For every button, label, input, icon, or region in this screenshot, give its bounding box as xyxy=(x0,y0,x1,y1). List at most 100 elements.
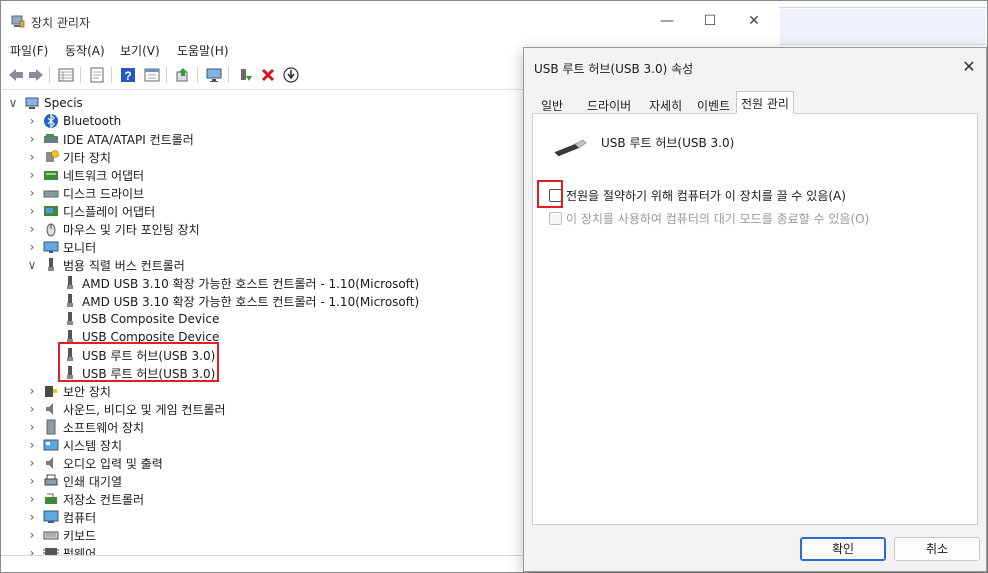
chevron-down-icon[interactable]: ∨ xyxy=(8,96,18,110)
tree-row[interactable]: ∨ 범용 직렬 버스 컨트롤러 xyxy=(27,256,185,274)
chevron-right-icon[interactable]: › xyxy=(27,186,37,200)
chevron-right-icon[interactable]: › xyxy=(27,456,37,470)
dialog-close-icon[interactable]: ✕ xyxy=(958,56,980,78)
chevron-right-icon[interactable]: › xyxy=(27,474,37,488)
view-grid-icon[interactable] xyxy=(143,66,161,84)
chevron-down-icon[interactable]: ∨ xyxy=(27,258,37,272)
properties-grid-icon[interactable] xyxy=(57,66,75,84)
chevron-right-icon[interactable]: › xyxy=(27,204,37,218)
tree-row[interactable]: › 보안 장치 xyxy=(27,382,111,400)
tree-row[interactable]: › Bluetooth xyxy=(27,112,121,130)
help-icon[interactable]: ? xyxy=(119,66,137,84)
chevron-right-icon[interactable]: › xyxy=(27,546,37,555)
printer-icon xyxy=(43,473,59,489)
ide-controller-icon xyxy=(43,131,59,147)
tree-item-label: 디스플레이 어댑터 xyxy=(63,204,156,219)
minimize-icon[interactable]: — xyxy=(655,11,679,31)
tab-details[interactable]: 자세히 xyxy=(644,93,687,113)
tree-row[interactable]: › 키보드 xyxy=(27,526,97,544)
tree-row[interactable]: › 디스크 드라이브 xyxy=(27,184,145,202)
chevron-right-icon[interactable]: › xyxy=(27,420,37,434)
tree-row[interactable]: › 사운드, 비디오 및 게임 컨트롤러 xyxy=(27,400,226,418)
chevron-right-icon[interactable]: › xyxy=(27,222,37,236)
document-icon[interactable] xyxy=(88,66,106,84)
tab-power-management[interactable]: 전원 관리 xyxy=(736,91,794,114)
toolbar-separator xyxy=(80,67,81,83)
tree-row[interactable]: › 저장소 컨트롤러 xyxy=(27,490,145,508)
tree-row[interactable]: USB Composite Device xyxy=(46,310,219,328)
tab-general[interactable]: 일반 xyxy=(536,93,568,113)
ok-button[interactable]: 확인 xyxy=(800,537,886,561)
tree-row[interactable]: AMD USB 3.10 확장 가능한 호스트 컨트롤러 - 1.10(Micr… xyxy=(46,292,419,310)
allow-turn-off-option[interactable]: 전원을 절약하기 위해 컴퓨터가 이 장치를 끌 수 있음(A) xyxy=(549,187,846,204)
menu-view[interactable]: 보기(V) xyxy=(120,42,160,59)
tree-item-label: 마우스 및 기타 포인팅 장치 xyxy=(63,222,200,237)
chevron-right-icon[interactable]: › xyxy=(27,150,37,164)
software-device-icon xyxy=(43,419,59,435)
chevron-right-icon[interactable]: › xyxy=(27,168,37,182)
chevron-right-icon[interactable]: › xyxy=(27,510,37,524)
tree-row[interactable]: › 네트워크 어댑터 xyxy=(27,166,145,184)
tree-item-label: USB Composite Device xyxy=(82,312,220,326)
system-device-icon xyxy=(43,437,59,453)
back-arrow-icon[interactable] xyxy=(7,66,25,84)
tree-item-label: 저장소 컨트롤러 xyxy=(63,492,145,507)
title-bar[interactable]: 장치 관리자 — ☐ ✕ xyxy=(1,1,779,37)
tree-row[interactable]: AMD USB 3.10 확장 가능한 호스트 컨트롤러 - 1.10(Micr… xyxy=(46,274,419,292)
highlight-box-root-hubs xyxy=(58,342,219,382)
usb-category-icon xyxy=(43,257,59,273)
dialog-title: USB 루트 허브(USB 3.0) 속성 xyxy=(534,62,694,76)
chevron-right-icon[interactable]: › xyxy=(27,114,37,128)
menu-action[interactable]: 동작(A) xyxy=(65,42,105,59)
tree-row[interactable]: › 인쇄 대기열 xyxy=(27,472,122,490)
monitor-icon[interactable] xyxy=(205,66,223,84)
cancel-button[interactable]: 취소 xyxy=(894,537,980,561)
tree-item-label: 범용 직렬 버스 컨트롤러 xyxy=(63,258,185,273)
tree-row[interactable]: › 시스템 장치 xyxy=(27,436,122,454)
toolbar-separator xyxy=(166,67,167,83)
close-icon[interactable]: ✕ xyxy=(742,11,766,31)
sound-icon xyxy=(43,401,59,417)
tree-item-label: Bluetooth xyxy=(63,114,122,128)
tree-row[interactable]: › 오디오 입력 및 출력 xyxy=(27,454,163,472)
tree-row[interactable]: › 모니터 xyxy=(27,238,97,256)
chevron-right-icon[interactable]: › xyxy=(27,492,37,506)
security-device-icon xyxy=(43,383,59,399)
tree-row[interactable]: › IDE ATA/ATAPI 컨트롤러 xyxy=(27,130,194,148)
tree-item-label: 모니터 xyxy=(63,240,97,255)
display-adapter-icon xyxy=(43,203,59,219)
tab-driver[interactable]: 드라이버 xyxy=(582,93,636,113)
chevron-right-icon[interactable]: › xyxy=(27,402,37,416)
tree-row[interactable]: › 디스플레이 어댑터 xyxy=(27,202,156,220)
tree-row[interactable]: › 펌웨어 xyxy=(27,544,96,555)
tree-row[interactable]: › 기타 장치 xyxy=(27,148,111,166)
forward-arrow-icon[interactable] xyxy=(27,66,45,84)
usb-plug-icon xyxy=(554,139,587,157)
update-driver-icon[interactable] xyxy=(236,66,254,84)
tree-row[interactable]: › 소프트웨어 장치 xyxy=(27,418,144,436)
chevron-right-icon[interactable]: › xyxy=(27,240,37,254)
tree-item-label: IDE ATA/ATAPI 컨트롤러 xyxy=(63,132,194,147)
tree-item-label: 키보드 xyxy=(63,528,97,543)
download-circle-icon[interactable] xyxy=(282,66,300,84)
tree-item-label: 디스크 드라이브 xyxy=(63,186,145,201)
toolbar-separator xyxy=(111,67,112,83)
menu-file[interactable]: 파일(F) xyxy=(10,42,48,59)
tree-item-label: 보안 장치 xyxy=(63,384,111,399)
tree-item-label: 인쇄 대기열 xyxy=(63,474,123,489)
chevron-right-icon[interactable]: › xyxy=(27,528,37,542)
tree-row[interactable]: ∨ Specis xyxy=(8,94,83,112)
chevron-right-icon[interactable]: › xyxy=(27,438,37,452)
chevron-right-icon[interactable]: › xyxy=(27,384,37,398)
tab-events[interactable]: 이벤트 xyxy=(692,93,735,113)
firmware-icon xyxy=(43,545,59,555)
tree-row[interactable]: › 컴퓨터 xyxy=(27,508,97,526)
maximize-icon[interactable]: ☐ xyxy=(698,11,722,31)
menu-help[interactable]: 도움말(H) xyxy=(177,42,229,59)
allow-turn-off-label[interactable]: 전원을 절약하기 위해 컴퓨터가 이 장치를 끌 수 있음(A) xyxy=(566,187,846,204)
usb-device-icon xyxy=(62,293,78,309)
chevron-right-icon[interactable]: › xyxy=(27,132,37,146)
scan-hardware-icon[interactable] xyxy=(174,66,192,84)
tree-row[interactable]: › 마우스 및 기타 포인팅 장치 xyxy=(27,220,200,238)
uninstall-x-icon[interactable] xyxy=(259,66,277,84)
